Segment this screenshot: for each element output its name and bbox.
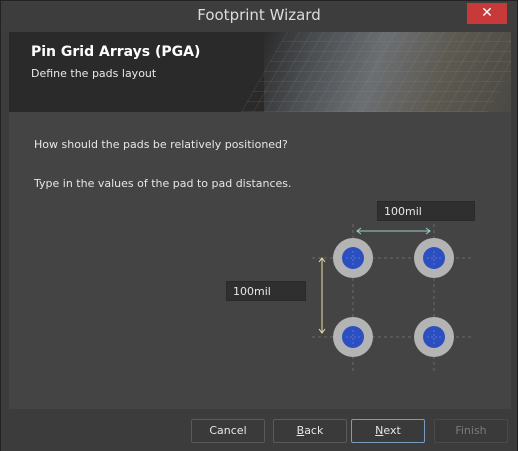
pcb-banner-image [240, 32, 511, 112]
finish-button[interactable]: Finish [434, 419, 508, 443]
next-button[interactable]: Next [351, 419, 425, 443]
title-bar: Footprint Wizard ✕ [1, 1, 517, 31]
back-label: ack [304, 424, 324, 437]
close-icon: ✕ [481, 5, 493, 21]
pad-top-left [333, 238, 373, 278]
vertical-dimension-arrow [318, 257, 326, 334]
banner-title: Pin Grid Arrays (PGA) [31, 44, 201, 60]
vertical-distance-input[interactable]: 100mil [226, 281, 306, 301]
pad-bottom-right [414, 317, 454, 357]
pad-top-right [414, 238, 454, 278]
pad-layout-diagram [312, 224, 474, 372]
horizontal-dimension-arrow [356, 227, 431, 235]
close-button[interactable]: ✕ [467, 3, 507, 24]
window-title: Footprint Wizard [197, 6, 321, 24]
wizard-banner: Pin Grid Arrays (PGA) Define the pads la… [9, 32, 511, 112]
wizard-footer: Cancel Back Next Finish [1, 411, 517, 451]
next-label: ext [383, 424, 401, 437]
back-button[interactable]: Back [273, 419, 347, 443]
footprint-wizard-window: Footprint Wizard ✕ Pin Grid Arrays (PGA)… [0, 0, 518, 451]
banner-subtitle: Define the pads layout [31, 67, 157, 80]
horizontal-distance-input[interactable]: 100mil [377, 201, 475, 221]
pad-bottom-left [333, 317, 373, 357]
cancel-button[interactable]: Cancel [191, 419, 265, 443]
wizard-content: How should the pads be relatively positi… [9, 112, 511, 409]
